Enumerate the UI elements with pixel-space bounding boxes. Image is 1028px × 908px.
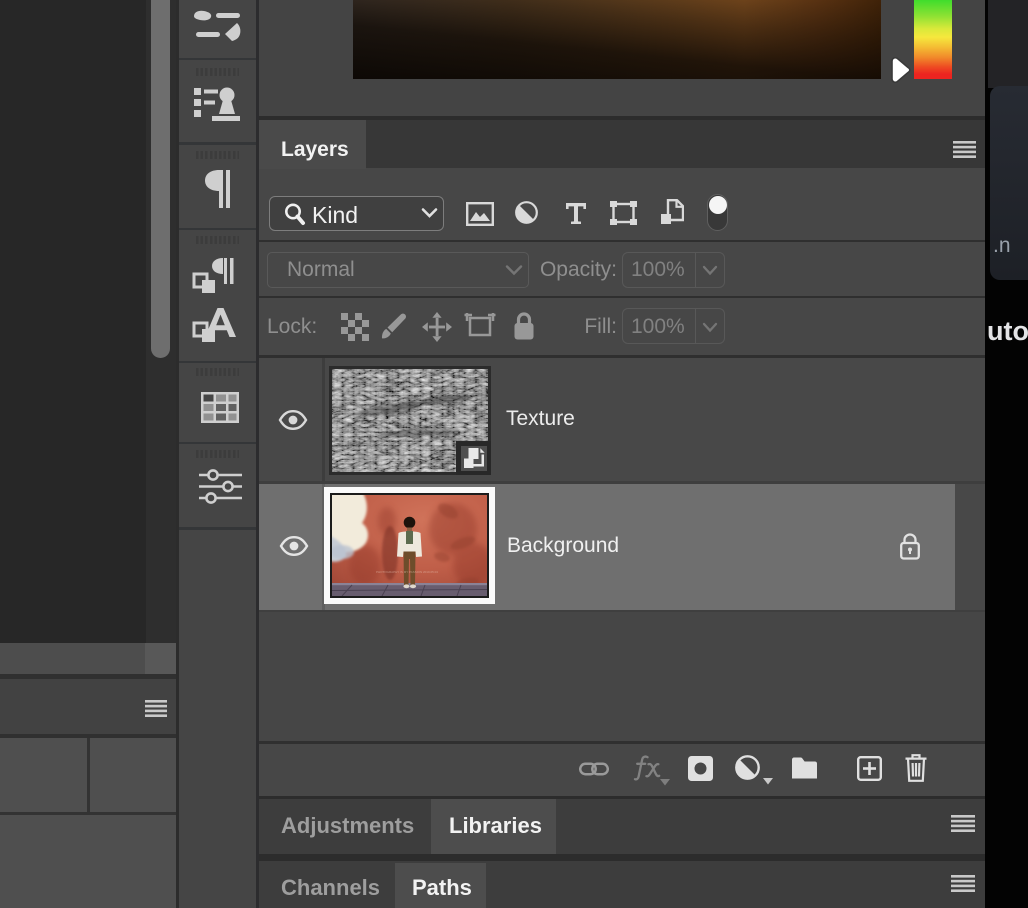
svg-text:PHOTOGRAPHY IS MY PASSION 2019: PHOTOGRAPHY IS MY PASSION 2019.05.04 <box>376 570 438 574</box>
